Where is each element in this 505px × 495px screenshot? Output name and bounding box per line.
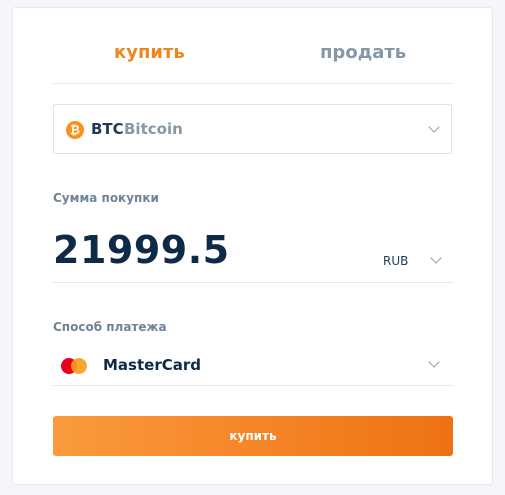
coin-select[interactable]: ₿ BTC Bitcoin <box>53 104 452 154</box>
payment-label: Способ платежа <box>53 320 167 334</box>
buy-button[interactable]: купить <box>53 416 453 456</box>
coin-ticker: BTC <box>91 120 124 138</box>
mastercard-icon <box>61 358 89 374</box>
mastercard-yellow-circle <box>71 358 87 374</box>
chevron-down-icon <box>428 356 440 368</box>
chevron-down-icon[interactable] <box>430 252 442 264</box>
payment-method-name: MasterCard <box>103 356 201 374</box>
currency-select[interactable]: RUB <box>383 254 408 268</box>
tab-buy[interactable]: купить <box>114 42 185 63</box>
amount-label: Сумма покупки <box>53 191 159 205</box>
payment-method-select[interactable]: MasterCard <box>53 345 453 386</box>
coin-name: Bitcoin <box>124 120 183 138</box>
tab-bar: купить продать <box>53 8 453 84</box>
tab-sell[interactable]: продать <box>320 42 406 63</box>
bitcoin-icon: ₿ <box>66 121 84 139</box>
amount-row: 21999.5 RUB <box>53 221 453 283</box>
chevron-down-icon <box>428 121 440 133</box>
exchange-card: купить продать ₿ BTC Bitcoin Сумма покуп… <box>12 7 493 485</box>
amount-input[interactable]: 21999.5 <box>53 228 230 272</box>
